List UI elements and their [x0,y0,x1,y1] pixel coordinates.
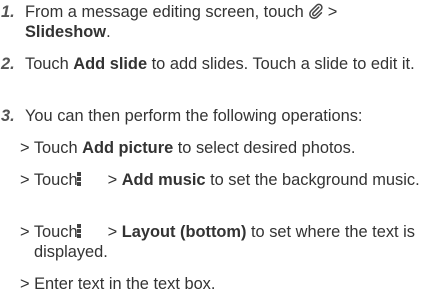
paperclip-icon [308,3,324,19]
step-text: You can then perform the following opera… [25,107,363,125]
step-2: 2. Touch Add slide to add slides. Touch … [0,54,420,74]
operation-layout: > Touch > Layout (bottom) to set where th… [20,223,415,261]
operation-add-music: > Touch > Add music to set the background… [20,171,420,189]
overflow-menu-icon [76,223,96,239]
operation-add-picture: > Touch Add picture to select desired ph… [20,139,356,157]
step-number: 3. [1,107,15,125]
operation-enter-text: > Enter text in the text box. [20,275,216,293]
step-text: From a message editing screen, touch > Sli… [25,3,338,41]
step-1: 1. From a message editing screen, touch >… [0,2,420,42]
step-number: 2. [1,55,15,73]
step-3: 3. You can then perform the following op… [0,106,420,126]
instruction-page: 1. From a message editing screen, touch >… [0,0,427,301]
overflow-menu-icon [76,171,96,187]
step-text: Touch Add slide to add slides. Touch a s… [25,55,415,73]
step-number: 1. [1,3,15,21]
